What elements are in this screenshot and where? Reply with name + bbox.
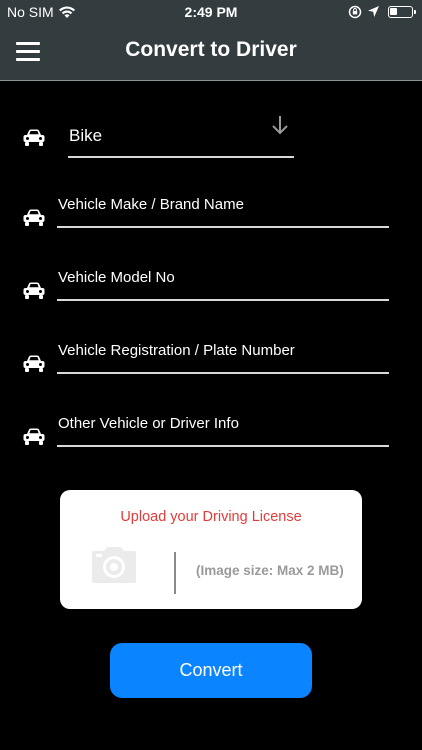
car-icon (23, 428, 45, 445)
field-underline (57, 299, 389, 301)
vehicle-type-underline (68, 156, 294, 158)
vehicle-make-field[interactable]: Vehicle Make / Brand Name (57, 193, 389, 229)
vehicle-model-field[interactable]: Vehicle Model No (57, 266, 389, 302)
vehicle-type-value: Bike (69, 126, 103, 145)
image-size-note: (Image size: Max 2 MB) (196, 563, 344, 578)
upload-divider (174, 552, 176, 594)
page-title: Convert to Driver (125, 38, 297, 61)
vehicle-type-dropdown[interactable]: Bike (68, 112, 294, 160)
upload-title: Upload your Driving License (120, 509, 302, 525)
car-icon (23, 129, 45, 146)
other-info-placeholder: Other Vehicle or Driver Info (58, 415, 239, 432)
nav-bar: Convert to Driver (0, 24, 422, 81)
vehicle-model-placeholder: Vehicle Model No (58, 269, 175, 286)
other-info-row: Other Vehicle or Driver Info (0, 404, 422, 464)
vehicle-registration-row: Vehicle Registration / Plate Number (0, 331, 422, 391)
location-icon (368, 6, 379, 17)
arrow-down-icon[interactable] (270, 114, 290, 136)
car-icon (23, 282, 45, 299)
other-info-field[interactable]: Other Vehicle or Driver Info (57, 412, 389, 448)
vehicle-registration-field[interactable]: Vehicle Registration / Plate Number (57, 339, 389, 375)
car-icon (23, 355, 45, 372)
field-underline (57, 445, 389, 447)
battery-icon (388, 6, 416, 18)
status-bar: No SIM 2:49 PM (0, 0, 422, 24)
field-underline (57, 372, 389, 374)
vehicle-registration-placeholder: Vehicle Registration / Plate Number (58, 342, 295, 359)
convert-button[interactable]: Convert (110, 643, 312, 698)
camera-icon[interactable] (88, 545, 140, 587)
rotation-lock-icon (348, 5, 362, 19)
vehicle-model-row: Vehicle Model No (0, 258, 422, 318)
upload-license-card[interactable]: Upload your Driving License (Image size:… (60, 490, 362, 609)
vehicle-make-row: Vehicle Make / Brand Name (0, 185, 422, 245)
vehicle-make-placeholder: Vehicle Make / Brand Name (58, 196, 244, 213)
car-icon (23, 209, 45, 226)
field-underline (57, 226, 389, 228)
